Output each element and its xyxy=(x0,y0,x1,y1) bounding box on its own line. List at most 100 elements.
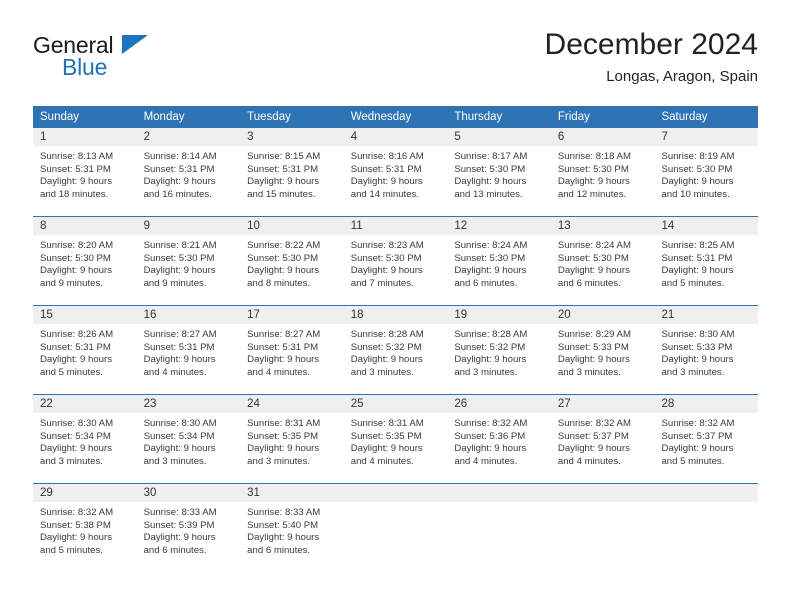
calendar-day-cell[interactable]: 12 Sunrise: 8:24 AM Sunset: 5:30 PM Dayligh… xyxy=(447,217,551,305)
day-number: 1 xyxy=(40,131,47,143)
calendar-day-cell[interactable]: 9 Sunrise: 8:21 AM Sunset: 5:30 PM Daylight… xyxy=(136,217,241,305)
calendar-day-cell[interactable]: 6 Sunrise: 8:18 AM Sunset: 5:30 PM Daylight… xyxy=(550,128,655,216)
calendar-day-cell[interactable]: 22 Sunrise: 8:30 AM Sunset: 5:34 PM Dayligh… xyxy=(33,395,137,483)
sunrise-text: Sunrise: 8:17 AM xyxy=(454,151,528,162)
calendar-day-cell[interactable]: 20 Sunrise: 8:29 AM Sunset: 5:33 PM Dayligh… xyxy=(550,306,655,394)
calendar-day-cell[interactable]: 5 Sunrise: 8:17 AM Sunset: 5:30 PM Daylight… xyxy=(447,128,551,216)
day-number: 9 xyxy=(143,220,150,232)
daylight-text-line1: Daylight: 9 hours xyxy=(557,176,630,188)
calendar-day-cell[interactable]: 31 Sunrise: 8:33 AM Sunset: 5:40 PM Dayligh… xyxy=(240,484,344,572)
day-details: Sunrise: 8:25 AM Sunset: 5:31 PM Daylight:… xyxy=(654,235,758,290)
daylight-text-line1: Daylight: 9 hours xyxy=(247,354,320,366)
calendar-day-cell[interactable]: 14 Sunrise: 8:25 AM Sunset: 5:31 PM Dayligh… xyxy=(654,217,759,305)
daylight-text-line1: Daylight: 9 hours xyxy=(661,176,734,188)
calendar-day-cell[interactable]: 18 Sunrise: 8:28 AM Sunset: 5:32 PM Dayligh… xyxy=(343,306,448,394)
calendar-day-cell[interactable]: 16 Sunrise: 8:27 AM Sunset: 5:31 PM Dayligh… xyxy=(136,306,241,394)
logo-triangle-icon xyxy=(122,35,148,54)
calendar-day-cell[interactable]: 10 Sunrise: 8:22 AM Sunset: 5:30 PM Dayligh… xyxy=(240,217,344,305)
daylight-text-line1: Daylight: 9 hours xyxy=(40,443,112,455)
sunset-text: Sunset: 5:31 PM xyxy=(247,341,319,353)
day-number: 10 xyxy=(247,220,260,232)
daylight-text-line1: Daylight: 9 hours xyxy=(40,176,112,188)
calendar-day-cell[interactable]: 27 Sunrise: 8:32 AM Sunset: 5:37 PM Dayligh… xyxy=(550,395,655,483)
calendar-day-cell[interactable]: 1 Sunrise: 8:13 AM Sunset: 5:31 PM Daylight… xyxy=(33,128,137,216)
calendar-day-cell[interactable]: 3 Sunrise: 8:15 AM Sunset: 5:31 PM Daylight… xyxy=(240,128,344,216)
calendar-day-cell[interactable]: 25 Sunrise: 8:31 AM Sunset: 5:35 PM Dayligh… xyxy=(343,395,448,483)
calendar-day-cell[interactable]: 24 Sunrise: 8:31 AM Sunset: 5:35 PM Dayligh… xyxy=(240,395,344,483)
calendar-day-cell[interactable]: 17 Sunrise: 8:27 AM Sunset: 5:31 PM Dayligh… xyxy=(240,306,344,394)
logo-text-blue: Blue xyxy=(62,54,108,80)
daylight-text-line1: Daylight: 9 hours xyxy=(143,532,216,544)
sunset-text: Sunset: 5:34 PM xyxy=(40,430,111,442)
sunset-text: Sunset: 5:35 PM xyxy=(247,430,319,442)
day-number: 15 xyxy=(40,309,53,321)
calendar-week-cells: 15 Sunrise: 8:26 AM Sunset: 5:31 PM Dayligh… xyxy=(33,306,759,394)
calendar-day-cell[interactable]: 13 Sunrise: 8:24 AM Sunset: 5:30 PM Dayligh… xyxy=(550,217,655,305)
day-number: 20 xyxy=(557,309,571,321)
daylight-text-line2: and 10 minutes. xyxy=(661,188,730,200)
calendar-day-cell[interactable]: 4 Sunrise: 8:16 AM Sunset: 5:31 PM Daylight… xyxy=(343,128,448,216)
calendar-day-cell[interactable]: 19 Sunrise: 8:28 AM Sunset: 5:32 PM Dayligh… xyxy=(447,306,551,394)
page-header: General Blue December 2024 Longas, Arago… xyxy=(33,28,758,98)
calendar-day-cell[interactable]: 2 Sunrise: 8:14 AM Sunset: 5:31 PM Daylight… xyxy=(136,128,241,216)
sunrise-text: Sunrise: 8:24 AM xyxy=(454,240,528,251)
sunrise-text: Sunrise: 8:26 AM xyxy=(40,329,114,340)
sunset-text: Sunset: 5:30 PM xyxy=(143,252,215,264)
general-blue-logo[interactable]: General Blue xyxy=(33,34,213,90)
day-number: 19 xyxy=(454,309,468,321)
calendar-day-cell[interactable]: 15 Sunrise: 8:26 AM Sunset: 5:31 PM Dayligh… xyxy=(33,306,137,394)
calendar-week-cells: 1 Sunrise: 8:13 AM Sunset: 5:31 PM Daylight… xyxy=(33,128,759,216)
daylight-text-line2: and 16 minutes. xyxy=(143,188,212,200)
day-number-band: 20 xyxy=(550,306,655,324)
calendar-day-cell-empty xyxy=(654,484,759,572)
day-number: 23 xyxy=(143,398,157,410)
calendar-day-cell[interactable]: 11 Sunrise: 8:23 AM Sunset: 5:30 PM Dayligh… xyxy=(343,217,448,305)
daylight-text-line1: Daylight: 9 hours xyxy=(350,354,423,366)
day-number-band: 7 xyxy=(654,128,759,146)
day-details: Sunrise: 8:14 AM Sunset: 5:31 PM Daylight:… xyxy=(137,146,241,201)
calendar-week-cells: 29 Sunrise: 8:32 AM Sunset: 5:38 PM Dayligh… xyxy=(33,484,759,572)
sunrise-text: Sunrise: 8:27 AM xyxy=(143,329,217,340)
sunset-text: Sunset: 5:33 PM xyxy=(557,341,629,353)
sunset-text: Sunset: 5:34 PM xyxy=(143,430,215,442)
calendar-day-cell[interactable]: 7 Sunrise: 8:19 AM Sunset: 5:30 PM Daylight… xyxy=(654,128,759,216)
daylight-text-line2: and 6 minutes. xyxy=(454,277,518,289)
day-number-band: 3 xyxy=(240,128,344,146)
daylight-text-line2: and 4 minutes. xyxy=(143,366,207,378)
day-number: 5 xyxy=(454,131,461,143)
daylight-text-line2: and 6 minutes. xyxy=(247,544,311,556)
calendar-day-cell[interactable]: 8 Sunrise: 8:20 AM Sunset: 5:30 PM Daylight… xyxy=(33,217,137,305)
day-number-band: 6 xyxy=(550,128,655,146)
daylight-text-line1: Daylight: 9 hours xyxy=(661,443,734,455)
day-number: 21 xyxy=(661,309,675,321)
calendar-page: General Blue December 2024 Longas, Arago… xyxy=(0,0,792,612)
calendar-day-cell[interactable]: 30 Sunrise: 8:33 AM Sunset: 5:39 PM Dayligh… xyxy=(136,484,241,572)
day-details xyxy=(654,502,758,507)
day-number: 14 xyxy=(661,220,675,232)
daylight-text-line1: Daylight: 9 hours xyxy=(247,176,320,188)
calendar-day-cell[interactable]: 29 Sunrise: 8:32 AM Sunset: 5:38 PM Dayligh… xyxy=(33,484,137,572)
sunset-text: Sunset: 5:30 PM xyxy=(557,252,629,264)
daylight-text-line1: Daylight: 9 hours xyxy=(454,176,527,188)
day-details xyxy=(551,502,655,507)
calendar-day-cell-empty xyxy=(550,484,655,572)
day-number-band: 17 xyxy=(240,306,344,324)
day-details: Sunrise: 8:33 AM Sunset: 5:39 PM Daylight:… xyxy=(137,502,241,557)
day-details: Sunrise: 8:30 AM Sunset: 5:34 PM Daylight:… xyxy=(33,413,137,468)
daylight-text-line1: Daylight: 9 hours xyxy=(143,354,216,366)
daylight-text-line2: and 5 minutes. xyxy=(40,366,103,378)
daylight-text-line2: and 4 minutes. xyxy=(454,455,518,467)
daylight-text-line1: Daylight: 9 hours xyxy=(40,532,112,544)
day-number: 26 xyxy=(454,398,468,410)
calendar-day-cell[interactable]: 23 Sunrise: 8:30 AM Sunset: 5:34 PM Dayligh… xyxy=(136,395,241,483)
calendar-day-cell[interactable]: 26 Sunrise: 8:32 AM Sunset: 5:36 PM Dayligh… xyxy=(447,395,551,483)
daylight-text-line2: and 3 minutes. xyxy=(40,455,103,467)
daylight-text-line2: and 3 minutes. xyxy=(661,366,725,378)
day-number: 13 xyxy=(557,220,571,232)
day-number-band: 19 xyxy=(447,306,551,324)
sunrise-text: Sunrise: 8:25 AM xyxy=(661,240,735,251)
day-details: Sunrise: 8:21 AM Sunset: 5:30 PM Daylight:… xyxy=(137,235,241,290)
calendar-day-cell[interactable]: 28 Sunrise: 8:32 AM Sunset: 5:37 PM Dayligh… xyxy=(654,395,759,483)
calendar-day-cell[interactable]: 21 Sunrise: 8:30 AM Sunset: 5:33 PM Dayligh… xyxy=(654,306,759,394)
day-number-band: 8 xyxy=(33,217,137,235)
